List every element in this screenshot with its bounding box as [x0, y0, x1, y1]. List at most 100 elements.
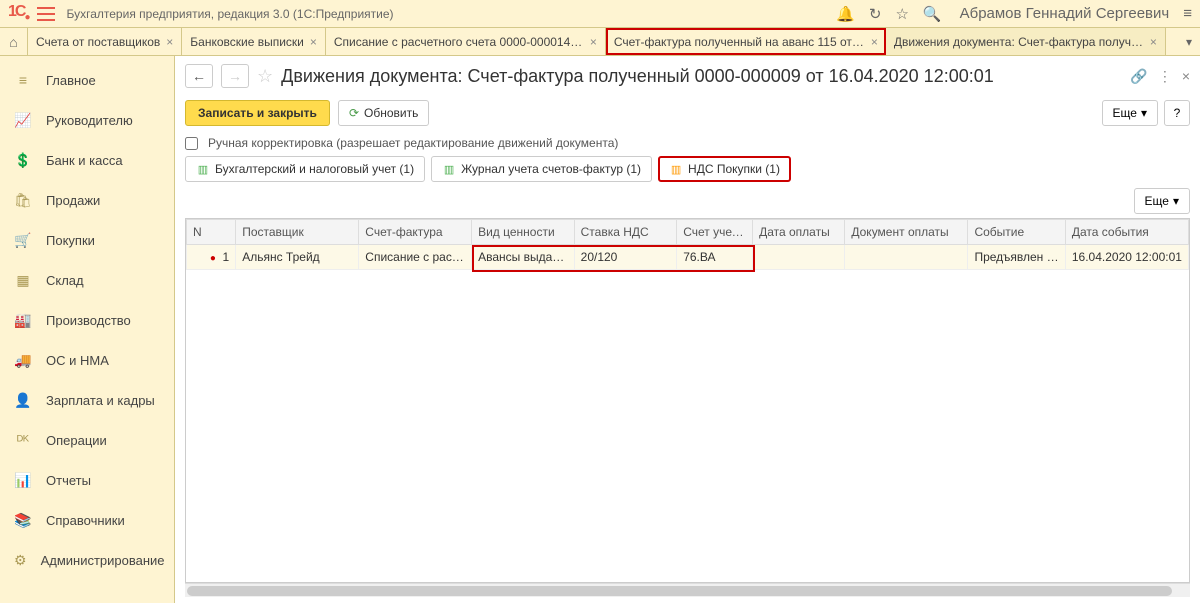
cell: 76.ВА — [677, 245, 753, 270]
subtab-label: НДС Покупки (1) — [688, 162, 780, 176]
tab-close-icon[interactable]: × — [166, 35, 173, 49]
sidebar-icon: 👤 — [14, 392, 32, 408]
sidebar-item-9[interactable]: ᴰᴷОперации — [0, 420, 174, 460]
more-label: Еще — [1113, 106, 1137, 120]
tab-1[interactable]: Банковские выписки× — [182, 28, 326, 55]
sidebar-label: Банк и касса — [46, 153, 123, 168]
col-header-1[interactable]: Поставщик — [236, 220, 359, 245]
sidebar-label: Отчеты — [46, 473, 91, 488]
nav-forward[interactable]: → — [221, 64, 249, 88]
col-header-2[interactable]: Счет-фактура — [359, 220, 472, 245]
chevron-down-icon: ▾ — [1141, 106, 1147, 120]
tab-label: Списание с расчетного счета 0000-000014 … — [334, 35, 584, 49]
col-header-7[interactable]: Документ оплаты — [845, 220, 968, 245]
tab-4[interactable]: Движения документа: Счет-фактура получен… — [886, 28, 1166, 55]
col-header-5[interactable]: Счет учет… — [677, 220, 753, 245]
tab-3[interactable]: Счет-фактура полученный на аванс 115 от … — [606, 28, 886, 55]
subtabs: ▥Бухгалтерский и налоговый учет (1) ▥ Журн… — [175, 156, 1200, 182]
tab-label: Счет-фактура полученный на аванс 115 от … — [614, 35, 865, 49]
tab-close-icon[interactable]: × — [1150, 35, 1157, 49]
cell: ● 1 — [187, 245, 236, 270]
topbar-actions: 🔔 ↻ ☆ 🔍 Абрамов Геннадий Сергеевич ≡ — [836, 5, 1192, 23]
table-more-button[interactable]: Еще ▾ — [1134, 188, 1190, 214]
star-icon[interactable]: ☆ — [895, 5, 908, 23]
menu-icon[interactable] — [37, 7, 55, 21]
manual-edit-row: Ручная корректировка (разрешает редактир… — [175, 130, 1200, 156]
sidebar-item-11[interactable]: 📚Справочники — [0, 500, 174, 540]
cell: 16.04.2020 12:00:01 — [1065, 245, 1188, 270]
horizontal-scrollbar[interactable] — [185, 583, 1190, 597]
sidebar-icon: 📈 — [14, 112, 32, 128]
more-button[interactable]: Еще ▾ — [1102, 100, 1158, 126]
app-title: Бухгалтерия предприятия, редакция 3.0 (1… — [67, 7, 837, 21]
history-icon[interactable]: ↻ — [869, 5, 882, 23]
col-header-3[interactable]: Вид ценности — [472, 220, 575, 245]
tab-close-icon[interactable]: × — [310, 35, 317, 49]
subtab-0[interactable]: ▥Бухгалтерский и налоговый учет (1) — [185, 156, 425, 182]
user-name[interactable]: Абрамов Геннадий Сергеевич — [960, 5, 1170, 22]
refresh-button[interactable]: ⟳ Обновить — [338, 100, 429, 126]
sidebar-item-4[interactable]: 🛒Покупки — [0, 220, 174, 260]
sidebar-label: Руководителю — [46, 113, 133, 128]
help-button[interactable]: ? — [1164, 100, 1190, 126]
sidebar-item-1[interactable]: 📈 Руководителю — [0, 100, 174, 140]
table-row[interactable]: ● 1Альянс ТрейдСписание с расче…Авансы в… — [187, 245, 1189, 270]
tab-close-icon[interactable]: × — [871, 35, 878, 49]
sidebar-item-2[interactable]: 💲Банк и касса — [0, 140, 174, 180]
sidebar-item-5[interactable]: ▦Склад — [0, 260, 174, 300]
sidebar-label: Покупки — [46, 233, 95, 248]
cell — [753, 245, 845, 270]
nav-back[interactable]: ← — [185, 64, 213, 88]
tab-2[interactable]: Списание с расчетного счета 0000-000014 … — [326, 28, 606, 55]
subtab-icon: ▥ — [669, 162, 683, 176]
subtab-icon: ▥ — [442, 162, 456, 176]
cell — [845, 245, 968, 270]
more-header-icon[interactable]: ⋮ — [1158, 68, 1172, 85]
link-icon[interactable]: 🔗 — [1130, 68, 1147, 85]
sidebar-icon: ⚙ — [14, 552, 27, 568]
sidebar-label: Склад — [46, 273, 84, 288]
col-header-9[interactable]: Дата события — [1065, 220, 1188, 245]
manual-edit-checkbox[interactable] — [185, 137, 198, 150]
refresh-label: Обновить — [364, 106, 418, 120]
sidebar-item-12[interactable]: ⚙ Администрирование — [0, 540, 174, 580]
sidebar-label: ОС и НМА — [46, 353, 109, 368]
sidebar-item-10[interactable]: 📊Отчеты — [0, 460, 174, 500]
subtab-2[interactable]: ▥ НДС Покупки (1) — [658, 156, 791, 182]
sidebar-icon: 🏭 — [14, 312, 32, 328]
logo-1c: 1C● — [8, 3, 29, 23]
col-header-6[interactable]: Дата оплаты — [753, 220, 845, 245]
home-tab[interactable]: ⌂ — [0, 28, 28, 55]
favorite-toggle[interactable]: ☆ — [257, 66, 273, 87]
bell-icon[interactable]: 🔔 — [836, 5, 855, 23]
sidebar-label: Продажи — [46, 193, 100, 208]
tabs-dropdown[interactable]: ▾ — [1178, 28, 1200, 55]
sidebar-item-7[interactable]: 🚚 ОС и НМА — [0, 340, 174, 380]
col-header-4[interactable]: Ставка НДС — [574, 220, 677, 245]
subtab-1[interactable]: ▥ Журнал учета счетов-фактур (1) — [431, 156, 652, 182]
tabs-bar: ⌂ Счета от поставщиков×Банковские выписк… — [0, 28, 1200, 56]
sidebar-item-6[interactable]: 🏭Производство — [0, 300, 174, 340]
chevron-down-icon: ▾ — [1173, 194, 1179, 208]
col-header-8[interactable]: Событие — [968, 220, 1065, 245]
sidebar-label: Главное — [46, 73, 96, 88]
sidebar-item-3[interactable]: 🛍Продажи — [0, 180, 174, 220]
close-content-icon[interactable]: × — [1182, 68, 1190, 84]
topbar: 1C● Бухгалтерия предприятия, редакция 3.… — [0, 0, 1200, 28]
tab-0[interactable]: Счета от поставщиков× — [28, 28, 182, 55]
subtab-label: Журнал учета счетов-фактур (1) — [461, 162, 641, 176]
table-area: Еще ▾ NПоставщикСчет-фактураВид ценности… — [185, 188, 1190, 597]
search-icon[interactable]: 🔍 — [923, 5, 942, 23]
col-header-0[interactable]: N — [187, 220, 236, 245]
save-close-button[interactable]: Записать и закрыть — [185, 100, 330, 126]
sidebar-label: Администрирование — [41, 553, 165, 568]
panel-toggle-icon[interactable]: ≡ — [1183, 5, 1192, 22]
sidebar: ≡ Главное 📈 Руководителю 💲Банк и касса🛍Прода… — [0, 56, 175, 603]
sidebar-item-8[interactable]: 👤Зарплата и кадры — [0, 380, 174, 420]
tab-close-icon[interactable]: × — [590, 35, 597, 49]
sidebar-item-0[interactable]: ≡ Главное — [0, 60, 174, 100]
toolbar: Записать и закрыть ⟳ Обновить Еще ▾ ? — [175, 96, 1200, 130]
refresh-icon: ⟳ — [349, 106, 359, 120]
sidebar-icon: ≡ — [14, 72, 32, 88]
sidebar-icon: 🚚 — [14, 352, 32, 368]
